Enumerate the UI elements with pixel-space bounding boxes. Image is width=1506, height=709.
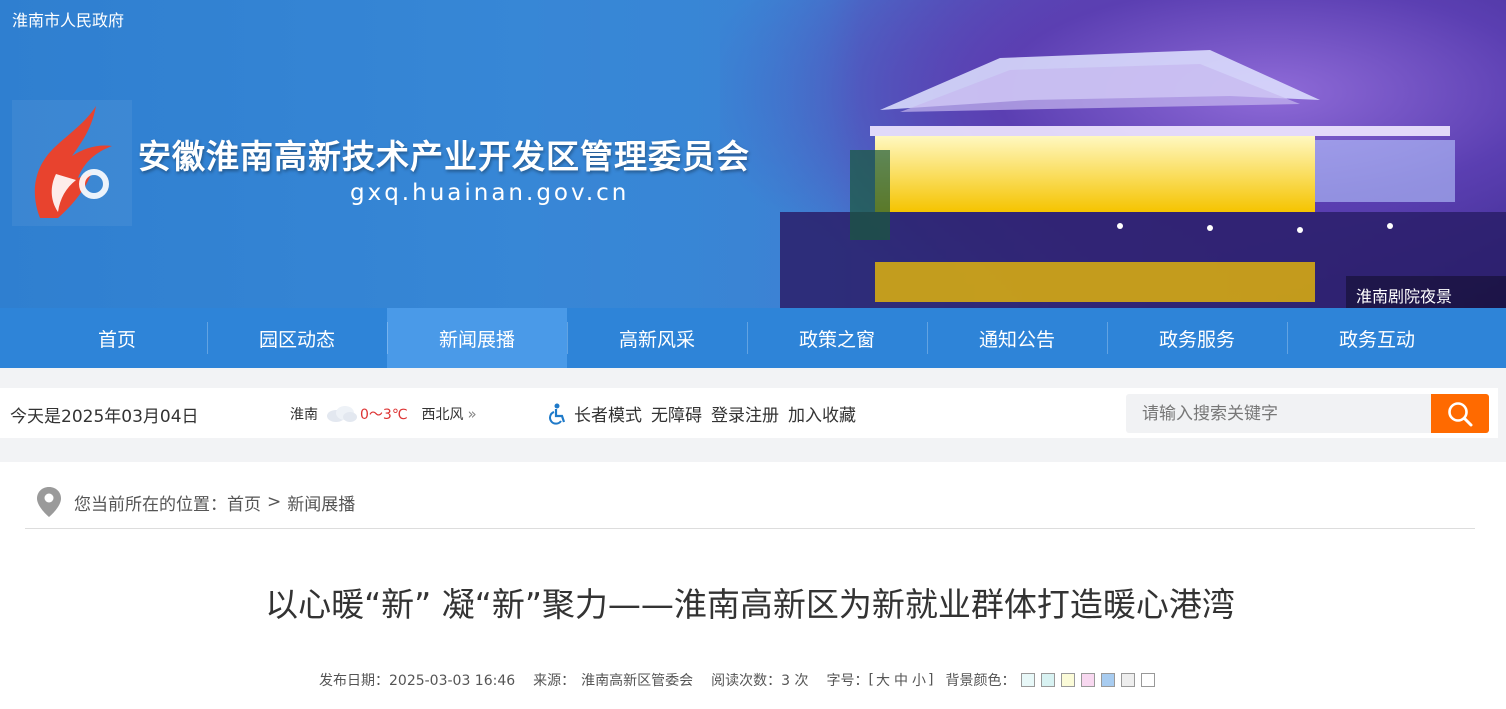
weather-city: 淮南 (290, 407, 318, 423)
source-name: 淮南高新区管委会 (581, 673, 694, 689)
nav-item-policy-window[interactable]: 政策之窗 (747, 308, 927, 368)
accessibility-link[interactable]: 无障碍 (651, 401, 702, 426)
header-banner: 淮南市人民政府 安徽淮南高新技术产业开发区管理委员会 gxq.huainan.g… (0, 0, 1506, 308)
hi-tech-zone-logo-icon (34, 106, 112, 218)
font-size-label: 字号： (826, 673, 869, 689)
elder-mode-link[interactable]: 长者模式 (574, 401, 642, 426)
chevron-right-icon[interactable]: » (468, 405, 477, 423)
font-size-large[interactable]: 大 (876, 670, 890, 690)
search-box (1126, 394, 1489, 433)
bg-color-swatch[interactable] (1061, 673, 1076, 687)
main-nav: 首页 园区动态 新闻展播 高新风采 政策之窗 通知公告 政务服务 政务互动 (0, 308, 1506, 368)
breadcrumb-separator: > (267, 492, 282, 512)
publish-date: 发布日期：2025-03-03 16:46 (319, 673, 516, 689)
nav-item-notices[interactable]: 通知公告 (927, 308, 1107, 368)
bg-color-label: 背景颜色： (945, 673, 1016, 689)
parent-site-link[interactable]: 淮南市人民政府 (12, 7, 124, 31)
font-size-small[interactable]: 小 (912, 670, 926, 690)
view-count: 阅读次数：3 次 (711, 673, 809, 689)
nav-item-news-showcase[interactable]: 新闻展播 (387, 308, 567, 368)
location-pin-icon (37, 487, 61, 517)
weather-widget[interactable]: 淮南 0～3℃ 西北风 » (290, 404, 477, 424)
banner-caption: 淮南剧院夜景 (1356, 287, 1453, 306)
theater-night-scene (780, 50, 1506, 308)
breadcrumb-current-link[interactable]: 新闻展播 (287, 490, 355, 515)
breadcrumb-prefix: 您当前所在的位置： (74, 494, 227, 515)
article-area: 您当前所在的位置： 首页 > 新闻展播 以心暖“新” 凝“新”聚力——淮南高新区… (0, 462, 1506, 709)
bg-color-swatch[interactable] (1141, 673, 1156, 687)
search-input[interactable] (1126, 394, 1430, 433)
logo-panel (12, 100, 132, 226)
bg-color-swatch[interactable] (1101, 673, 1116, 687)
bg-color-swatch[interactable] (1121, 673, 1136, 687)
nav-item-park-news[interactable]: 园区动态 (207, 308, 387, 368)
wheelchair-icon (549, 403, 566, 425)
font-size-bracket-open: [ (868, 672, 874, 688)
weather-wind: 西北风 (421, 407, 464, 423)
bg-color-swatch[interactable] (1041, 673, 1056, 687)
bg-color-swatch[interactable] (1081, 673, 1096, 687)
nav-item-gov-interaction[interactable]: 政务互动 (1287, 308, 1467, 368)
cloud-icon (327, 406, 357, 422)
bg-color-swatch[interactable] (1021, 673, 1036, 687)
article-title: 以心暖“新” 凝“新”聚力——淮南高新区为新就业群体打造暖心港湾 (265, 585, 1235, 624)
font-size-medium[interactable]: 中 (894, 670, 908, 690)
nav-item-hitech-style[interactable]: 高新风采 (567, 308, 747, 368)
site-domain: gxq.huainan.gov.cn (350, 180, 630, 206)
font-size-bracket-close: ] (928, 672, 934, 688)
nav-item-gov-services[interactable]: 政务服务 (1107, 308, 1287, 368)
org-name: 安徽淮南高新技术产业开发区管理委员会 (138, 137, 750, 176)
add-favorite-link[interactable]: 加入收藏 (788, 401, 856, 426)
breadcrumb-home-link[interactable]: 首页 (227, 490, 261, 515)
article-meta: 发布日期：2025-03-03 16:46 来源： 淮南高新区管委会 阅读次数：… (319, 670, 1156, 690)
divider (25, 528, 1475, 529)
accessibility-tools: 长者模式 无障碍 登录注册 加入收藏 (548, 401, 856, 426)
weather-temperature: 0～3℃ (360, 407, 408, 423)
search-button[interactable] (1431, 394, 1489, 433)
today-date: 今天是2025年03月04日 (10, 407, 199, 427)
nav-item-home[interactable]: 首页 (27, 308, 207, 368)
breadcrumb: 您当前所在的位置： 首页 > 新闻展播 (36, 486, 355, 518)
source-label: 来源： (533, 673, 576, 689)
search-icon (1448, 401, 1473, 426)
login-register-link[interactable]: 登录注册 (711, 401, 779, 426)
info-bar: 今天是2025年03月04日 淮南 0～3℃ 西北风 » 长者模式 无障碍 登录… (0, 388, 1498, 438)
